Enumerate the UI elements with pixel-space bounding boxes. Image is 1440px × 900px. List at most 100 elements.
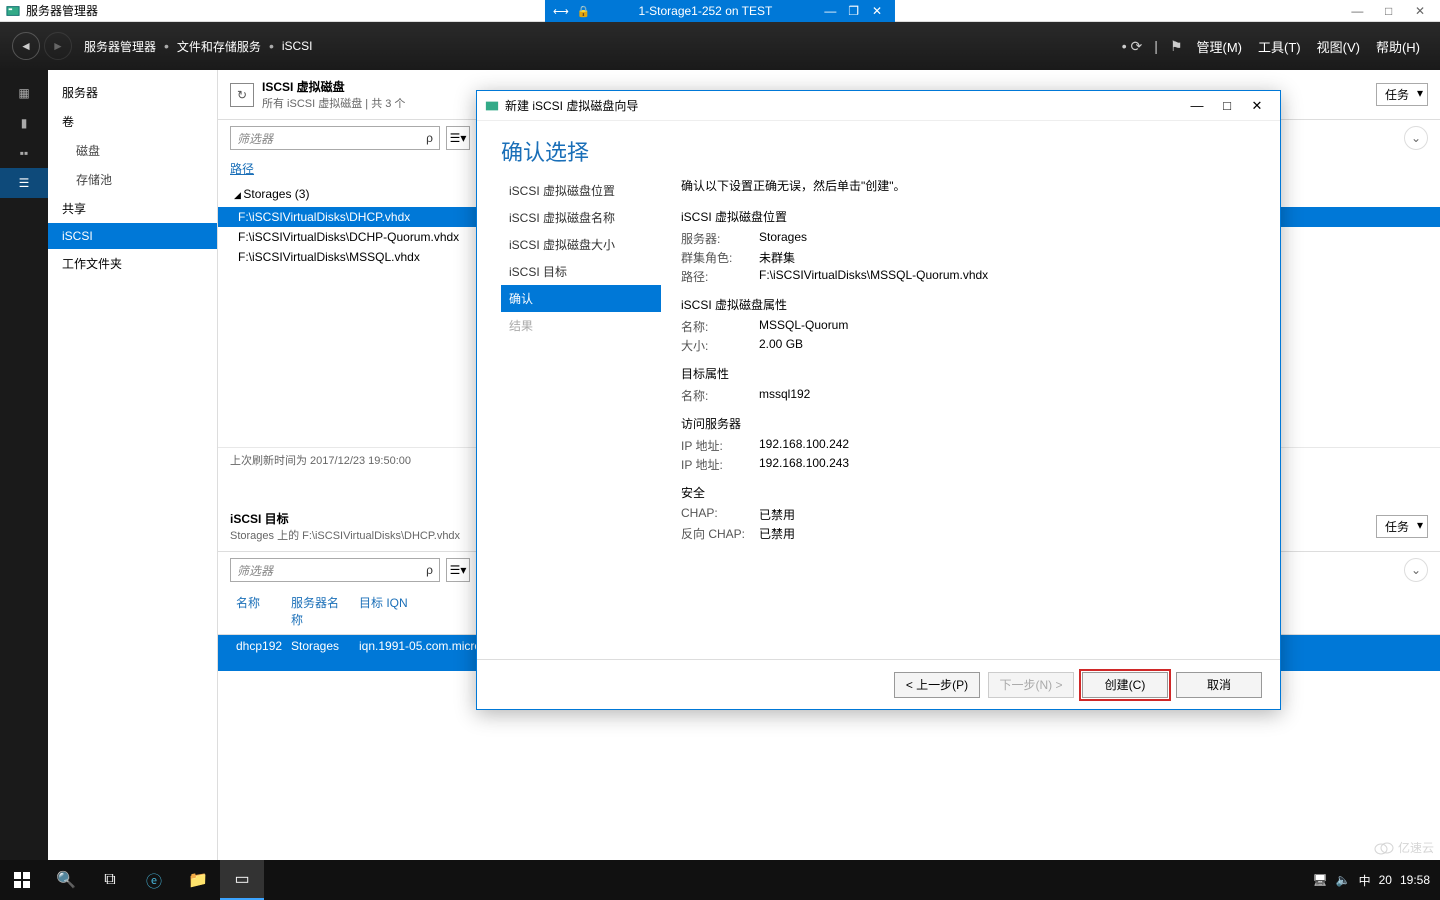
step-size[interactable]: iSCSI 虚拟磁盘大小 <box>501 231 661 258</box>
nav-panel: 服务器 卷 磁盘 存储池 共享 iSCSI 工作文件夹 <box>48 70 218 860</box>
vm-title: 1-Storage1-252 on TEST <box>598 4 812 18</box>
search-icon: ρ <box>426 131 433 145</box>
vdisk-subtitle: 所有 iSCSI 虚拟磁盘 | 共 3 个 <box>262 95 405 111</box>
summary-ip1: 192.168.100.242 <box>759 437 1256 454</box>
wizard-minimize-button[interactable]: — <box>1182 98 1212 113</box>
nav-back-button[interactable]: ◄ <box>12 32 40 60</box>
start-button[interactable] <box>0 860 44 900</box>
rail-dashboard-icon[interactable]: ▦ <box>0 78 48 108</box>
filter-options-button[interactable]: ☰▾ <box>446 558 470 582</box>
vdisk-tasks-dropdown[interactable]: 任务 <box>1376 83 1428 106</box>
wizard-maximize-button[interactable]: □ <box>1212 98 1242 113</box>
crumb-service[interactable]: 文件和存储服务 <box>177 38 261 55</box>
minimize-button[interactable]: — <box>1343 4 1371 18</box>
refresh-dropdown-icon[interactable]: • ⟳ <box>1122 38 1143 55</box>
step-name[interactable]: iSCSI 虚拟磁盘名称 <box>501 204 661 231</box>
menu-tools[interactable]: 工具(T) <box>1258 37 1301 56</box>
tray-sound-icon[interactable]: 🔈 <box>1336 873 1351 887</box>
rail-storage-icon[interactable]: ☰ <box>0 168 48 198</box>
col-name[interactable]: 名称 <box>230 592 285 630</box>
wizard-footer: < 上一步(P) 下一步(N) > 创建(C) 取消 <box>477 659 1280 709</box>
ie-icon[interactable]: ⓔ <box>132 860 176 900</box>
explorer-icon[interactable]: 📁 <box>176 860 220 900</box>
taskview-button[interactable]: ⧉ <box>88 860 132 900</box>
close-button[interactable]: ✕ <box>1406 4 1434 18</box>
taskbar: 🔍 ⧉ ⓔ 📁 ▭ 🖥 🔈 中 20 19:58 <box>0 860 1440 900</box>
crumb-root[interactable]: 服务器管理器 <box>84 38 156 55</box>
vdisk-filter-input[interactable]: 筛选器 ρ <box>230 126 440 150</box>
group-security-title: 安全 <box>681 484 1256 501</box>
menu-view[interactable]: 视图(V) <box>1317 37 1360 56</box>
step-location[interactable]: iSCSI 虚拟磁盘位置 <box>501 177 661 204</box>
nav-disks[interactable]: 磁盘 <box>48 136 217 165</box>
group-location-title: iSCSI 虚拟磁盘位置 <box>681 208 1256 225</box>
target-tasks-dropdown[interactable]: 任务 <box>1376 515 1428 538</box>
group-props-title: iSCSI 虚拟磁盘属性 <box>681 296 1256 313</box>
summary-rchap: 已禁用 <box>759 525 1256 542</box>
summary-chap: 已禁用 <box>759 506 1256 523</box>
wizard-title: 新建 iSCSI 虚拟磁盘向导 <box>505 97 638 114</box>
vm-restore-button[interactable]: ❐ <box>844 4 864 18</box>
pin-icon[interactable]: ⟷ <box>553 5 569 18</box>
cancel-button[interactable]: 取消 <box>1176 672 1262 698</box>
collapse-button[interactable]: ⌄ <box>1404 558 1428 582</box>
rail-servers-icon[interactable]: ▮ <box>0 108 48 138</box>
flag-icon[interactable]: ⚑ <box>1170 38 1183 55</box>
tray-network-icon[interactable]: 🖥 <box>1312 873 1327 887</box>
lock-icon[interactable]: 🔒 <box>577 5 591 18</box>
wizard-close-button[interactable]: ✕ <box>1242 98 1272 114</box>
watermark: 亿速云 <box>1374 839 1434 856</box>
vm-close-button[interactable]: ✕ <box>867 4 887 18</box>
step-result: 结果 <box>501 312 661 339</box>
summary-cluster: 未群集 <box>759 249 1256 266</box>
nav-volumes[interactable]: 卷 <box>48 107 217 136</box>
server-manager-taskbar-icon[interactable]: ▭ <box>220 860 264 900</box>
group-access-title: 访问服务器 <box>681 415 1256 432</box>
vdisk-title: ISCSI 虚拟磁盘 <box>262 78 405 95</box>
new-iscsi-wizard: 新建 iSCSI 虚拟磁盘向导 — □ ✕ 确认选择 iSCSI 虚拟磁盘位置 … <box>476 90 1281 710</box>
menu-help[interactable]: 帮助(H) <box>1376 37 1420 56</box>
refresh-icon[interactable]: ↻ <box>230 83 254 107</box>
step-confirm[interactable]: 确认 <box>501 285 661 312</box>
system-tray: 🖥 🔈 中 20 19:58 <box>1302 872 1440 889</box>
crumb-iscsi[interactable]: iSCSI <box>282 39 313 53</box>
summary-server: Storages <box>759 230 1256 247</box>
create-button[interactable]: 创建(C) <box>1082 672 1168 698</box>
maximize-button[interactable]: □ <box>1375 4 1403 18</box>
filter-options-button[interactable]: ☰▾ <box>446 126 470 150</box>
server-manager-header: ◄ ► 服务器管理器 • 文件和存储服务 • iSCSI • ⟳ | ⚑ 管理(… <box>0 22 1440 70</box>
step-target[interactable]: iSCSI 目标 <box>501 258 661 285</box>
target-subtitle: Storages 上的 F:\iSCSIVirtualDisks\DHCP.vh… <box>230 527 460 543</box>
nav-iscsi[interactable]: iSCSI <box>48 223 217 249</box>
prev-button[interactable]: < 上一步(P) <box>894 672 980 698</box>
tray-date[interactable]: 20 <box>1379 873 1392 887</box>
nav-shares[interactable]: 共享 <box>48 194 217 223</box>
nav-forward-button[interactable]: ► <box>44 32 72 60</box>
vm-minimize-button[interactable]: — <box>820 4 840 18</box>
summary-ip2: 192.168.100.243 <box>759 456 1256 473</box>
next-button: 下一步(N) > <box>988 672 1074 698</box>
wizard-steps: iSCSI 虚拟磁盘位置 iSCSI 虚拟磁盘名称 iSCSI 虚拟磁盘大小 i… <box>501 177 661 659</box>
tray-time[interactable]: 19:58 <box>1400 873 1430 887</box>
outer-window-controls: — □ ✕ <box>1343 4 1434 18</box>
search-button[interactable]: 🔍 <box>44 860 88 900</box>
summary-size: 2.00 GB <box>759 337 1256 354</box>
menu-manage[interactable]: 管理(M) <box>1197 37 1243 56</box>
outer-window-title: 服务器管理器 <box>26 2 98 19</box>
wizard-titlebar: 新建 iSCSI 虚拟磁盘向导 — □ ✕ <box>477 91 1280 121</box>
breadcrumb: 服务器管理器 • 文件和存储服务 • iSCSI <box>84 38 313 55</box>
tray-ime[interactable]: 中 <box>1359 872 1371 889</box>
col-server[interactable]: 服务器名称 <box>285 592 353 630</box>
collapse-button[interactable]: ⌄ <box>1404 126 1428 150</box>
target-filter-input[interactable]: 筛选器 ρ <box>230 558 440 582</box>
wizard-summary: 确认以下设置正确无误，然后单击"创建"。 iSCSI 虚拟磁盘位置 服务器:St… <box>661 177 1256 659</box>
summary-target-name: mssql192 <box>759 387 1256 404</box>
icon-rail: ▦ ▮ ▪▪ ☰ <box>0 70 48 860</box>
nav-pools[interactable]: 存储池 <box>48 165 217 194</box>
separator-icon: | <box>1154 38 1158 54</box>
group-target-title: 目标属性 <box>681 365 1256 382</box>
nav-workfolders[interactable]: 工作文件夹 <box>48 249 217 278</box>
nav-servers[interactable]: 服务器 <box>48 78 217 107</box>
search-icon: ρ <box>426 563 433 577</box>
rail-all-icon[interactable]: ▪▪ <box>0 138 48 168</box>
